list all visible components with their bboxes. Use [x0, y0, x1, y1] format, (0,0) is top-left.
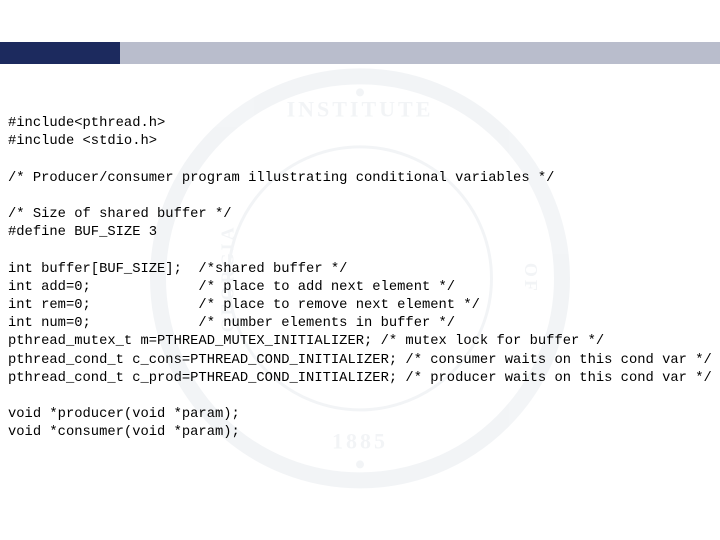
- seal-dot-icon: [356, 460, 364, 468]
- code-line: pthread_cond_t c_prod=PTHREAD_COND_INITI…: [8, 371, 712, 386]
- code-line: #include <stdio.h>: [8, 134, 157, 149]
- code-block: #include<pthread.h> #include <stdio.h> /…: [8, 115, 716, 443]
- code-line: /* Size of shared buffer */: [8, 207, 232, 222]
- code-line: int add=0; /* place to add next element …: [8, 280, 455, 295]
- code-line: pthread_cond_t c_cons=PTHREAD_COND_INITI…: [8, 353, 712, 368]
- code-line: pthread_mutex_t m=PTHREAD_MUTEX_INITIALI…: [8, 334, 604, 349]
- code-line: /* Producer/consumer program illustratin…: [8, 171, 554, 186]
- code-line: int num=0; /* number elements in buffer …: [8, 316, 455, 331]
- code-line: int buffer[BUF_SIZE]; /*shared buffer */: [8, 262, 347, 277]
- code-line: #include<pthread.h>: [8, 116, 165, 131]
- header-bar: [120, 42, 720, 64]
- code-line: void *producer(void *param);: [8, 407, 240, 422]
- code-line: #define BUF_SIZE 3: [8, 225, 157, 240]
- seal-dot-icon: [356, 88, 364, 96]
- code-line: int rem=0; /* place to remove next eleme…: [8, 298, 480, 313]
- header-bar-accent: [0, 42, 122, 64]
- code-line: void *consumer(void *param);: [8, 425, 240, 440]
